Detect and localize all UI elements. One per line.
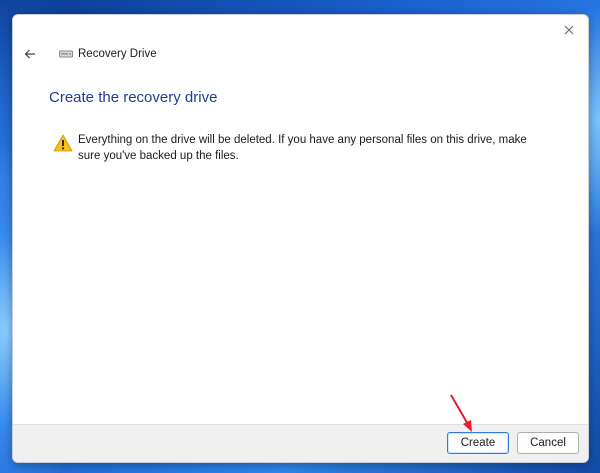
warning-text: Everything on the drive will be deleted.… bbox=[78, 134, 527, 162]
window-title: Recovery Drive bbox=[78, 48, 157, 60]
recovery-drive-window: Recovery Drive Create the recovery drive… bbox=[12, 14, 589, 463]
drive-icon bbox=[59, 49, 73, 59]
create-button[interactable]: Create bbox=[447, 432, 509, 454]
warning-message: Everything on the drive will be deleted.… bbox=[53, 132, 543, 164]
warning-icon bbox=[53, 134, 73, 152]
page-title: Create the recovery drive bbox=[49, 89, 218, 106]
back-button[interactable] bbox=[21, 45, 39, 63]
close-icon bbox=[564, 25, 574, 35]
button-bar: Create Cancel bbox=[13, 424, 588, 462]
back-arrow-icon bbox=[24, 49, 35, 59]
close-button[interactable] bbox=[558, 19, 580, 41]
nav-bar: Recovery Drive bbox=[21, 43, 157, 65]
cancel-button[interactable]: Cancel bbox=[517, 432, 579, 454]
